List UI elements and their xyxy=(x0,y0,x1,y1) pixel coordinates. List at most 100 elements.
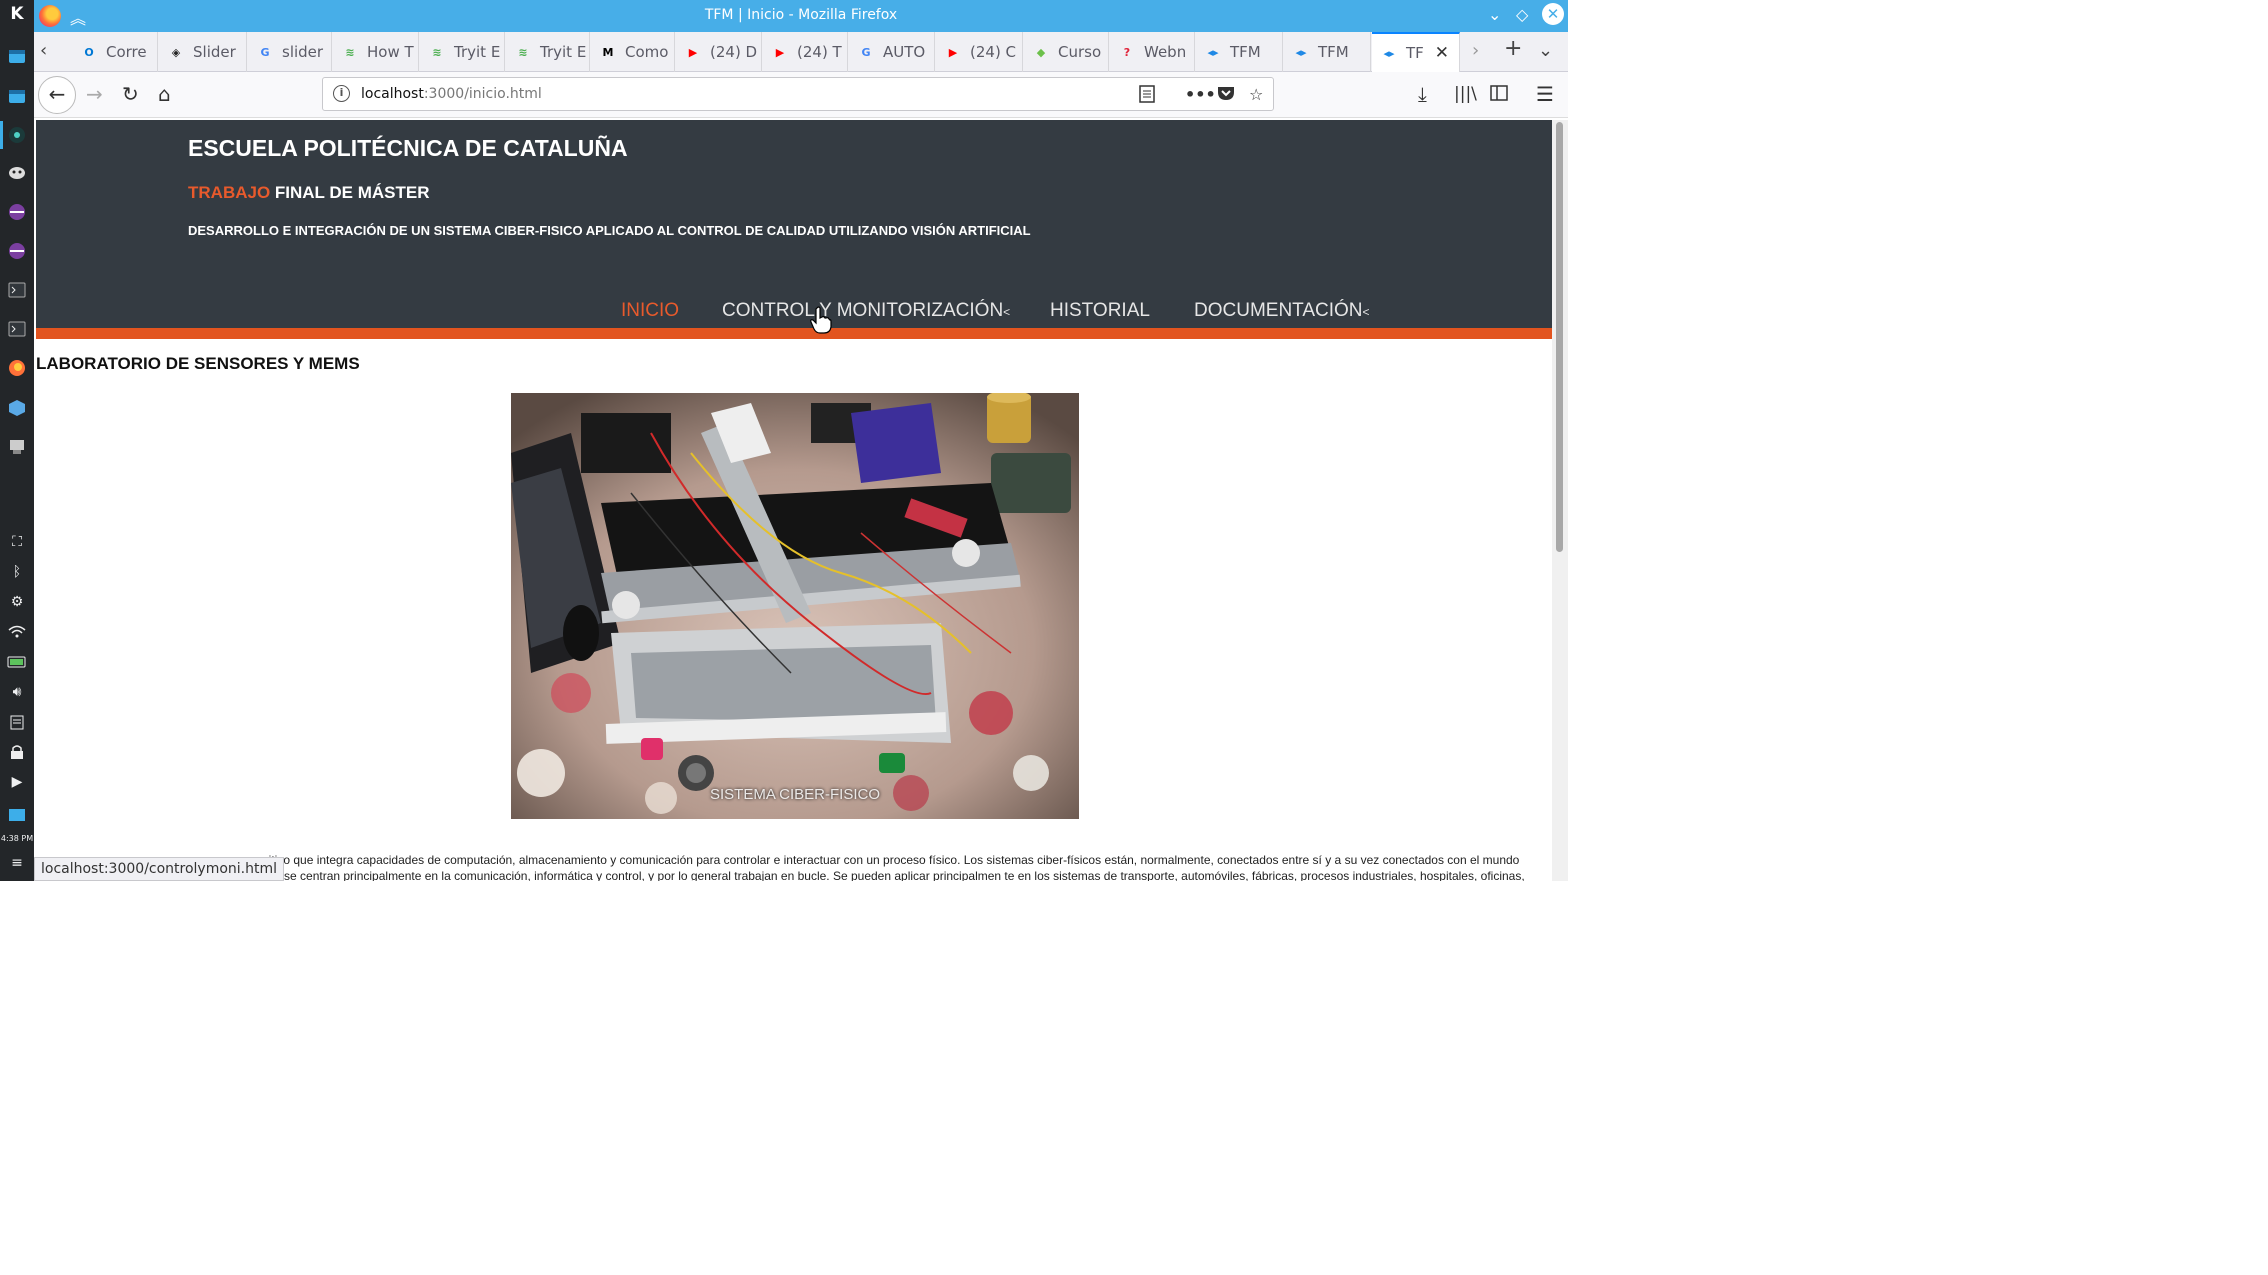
forward-button[interactable]: → xyxy=(86,82,103,106)
browser-tab[interactable]: O Corre xyxy=(72,32,158,72)
tab-label: Tryit E xyxy=(540,43,587,61)
expand-tray-icon[interactable]: ▶ xyxy=(7,772,27,792)
pocket-icon[interactable] xyxy=(1217,85,1235,105)
sidebar-toggle-icon[interactable] xyxy=(1490,82,1508,106)
browser-tab[interactable]: G AUTO xyxy=(849,32,935,72)
new-tab-icon[interactable]: + xyxy=(1504,36,1522,61)
panel-menu-icon[interactable]: ≡ xyxy=(7,853,27,873)
browser-tab[interactable]: ▶ (24) T xyxy=(763,32,848,72)
list-all-tabs-icon[interactable]: ⌄ xyxy=(1538,40,1553,61)
clipboard-icon[interactable] xyxy=(7,712,27,732)
browser-tab[interactable]: ◂▸ TF ✕ xyxy=(1372,32,1460,72)
reader-view-icon[interactable] xyxy=(1139,85,1155,107)
browser-tab[interactable]: ≋ Tryit E xyxy=(506,32,590,72)
cube-app-icon[interactable] xyxy=(7,398,27,418)
tryit-icon: ≋ xyxy=(518,45,528,59)
tab-label: TFM xyxy=(1230,43,1261,61)
back-button[interactable]: ← xyxy=(38,76,76,114)
wifi-icon[interactable] xyxy=(7,622,27,642)
reload-button[interactable]: ↻ xyxy=(122,82,139,106)
tab-label: How T xyxy=(367,43,414,61)
tab-label: Slider xyxy=(193,43,236,61)
browser-tab[interactable]: ◈ Slider xyxy=(159,32,247,72)
window-titlebar[interactable]: ︽ TFM | Inicio - Mozilla Firefox ⌄ ◇ ✕ xyxy=(34,0,1568,32)
home-button[interactable]: ⌂ xyxy=(158,82,171,106)
header-accent-bar xyxy=(36,328,1552,339)
battery-icon[interactable] xyxy=(7,652,27,672)
page-scrollbar[interactable] xyxy=(1552,120,1568,881)
nav-historial-label: HISTORIAL xyxy=(1050,300,1150,321)
page-actions-icon[interactable]: ••• xyxy=(1185,85,1216,104)
browser-tab[interactable]: ◆ Curso xyxy=(1024,32,1109,72)
browser-tab[interactable]: ? Webn xyxy=(1110,32,1195,72)
navigation-toolbar: ← → ↻ ⌂ i localhost:3000/inicio.html •••… xyxy=(34,72,1568,118)
tab-label: Como xyxy=(625,43,669,61)
library-icon[interactable]: |||\ xyxy=(1454,84,1477,104)
window-title: TFM | Inicio - Mozilla Firefox xyxy=(704,7,898,23)
nav-documentacion-caret: < xyxy=(1362,305,1370,319)
terminal-eye-icon[interactable] xyxy=(7,125,27,145)
nav-inicio[interactable]: INICIO xyxy=(621,300,679,322)
url-host: localhost xyxy=(361,86,424,102)
tfm-accent-text: TRABAJO xyxy=(188,183,271,202)
tab-label: AUTO xyxy=(883,43,926,61)
youtube-icon: ▶ xyxy=(948,45,958,59)
curso-icon: ◆ xyxy=(1036,45,1046,59)
google-icon: G xyxy=(260,45,270,59)
browser-tab[interactable]: ▶ (24) D xyxy=(676,32,762,72)
kde-launcher-icon[interactable]: K xyxy=(7,4,27,24)
ghost-app-icon[interactable] xyxy=(7,163,27,183)
site-header: ESCUELA POLITÉCNICA DE CATALUÑA TRABAJO … xyxy=(36,120,1552,328)
browser-tab[interactable]: ◂▸ TFM xyxy=(1196,32,1283,72)
nav-control-monitorizacion[interactable]: CONTROL Y MONITORIZACIÓN< xyxy=(722,300,1010,322)
tfm-rest-text: FINAL DE MÁSTER xyxy=(270,183,430,202)
cyber-physical-system-photo: SISTEMA CIBER-FISICO xyxy=(511,393,1079,819)
settings-gear-icon[interactable]: ⚙ xyxy=(7,592,27,612)
maximize-icon[interactable]: ◇ xyxy=(1516,5,1528,24)
close-window-icon[interactable]: ✕ xyxy=(1542,3,1564,25)
hamburger-menu-icon[interactable]: ☰ xyxy=(1536,82,1554,106)
kde-panel: K ⛶ ᛒ ⚙ 🔊︎ ▶ 4:38 PM ≡ xyxy=(0,0,34,881)
url-path: :3000/inicio.html xyxy=(423,86,542,102)
downloads-icon[interactable]: ⤓ xyxy=(1418,82,1427,106)
browser-tab[interactable]: M Como xyxy=(591,32,675,72)
eclipse-app-icon[interactable] xyxy=(7,202,27,222)
browser-tab[interactable]: ≋ Tryit E xyxy=(420,32,505,72)
nav-historial[interactable]: HISTORIAL xyxy=(1050,300,1150,322)
school-name: ESCUELA POLITÉCNICA DE CATALUÑA xyxy=(188,135,628,161)
tfm-icon: ◂▸ xyxy=(1383,46,1395,60)
browser-tab[interactable]: ▶ (24) C xyxy=(936,32,1023,72)
desktop-icon[interactable] xyxy=(7,805,27,825)
bluetooth-icon[interactable]: ᛒ xyxy=(7,562,27,582)
calendar-app-icon[interactable] xyxy=(7,46,27,66)
url-text[interactable]: localhost:3000/inicio.html xyxy=(361,86,542,102)
youtube-icon: ▶ xyxy=(688,45,698,59)
webnode-icon: ? xyxy=(1123,45,1131,59)
lab-title: LABORATORIO DE SENSORES Y MEMS xyxy=(36,354,360,373)
url-bar[interactable]: i localhost:3000/inicio.html ••• ☆ xyxy=(322,77,1274,111)
scrollbar-thumb[interactable] xyxy=(1556,122,1563,552)
lab-photo-illustration xyxy=(511,393,1079,819)
bookmark-star-icon[interactable]: ☆ xyxy=(1249,85,1263,104)
tfm-icon: ◂▸ xyxy=(1207,45,1219,59)
site-info-icon[interactable]: i xyxy=(333,85,350,102)
close-tab-icon[interactable]: ✕ xyxy=(1435,43,1449,63)
volume-icon[interactable]: 🔊︎ xyxy=(7,682,27,702)
lock-icon[interactable] xyxy=(7,742,27,762)
browser-tab[interactable]: ◂▸ TFM xyxy=(1284,32,1371,72)
screenshot-icon[interactable]: ⛶ xyxy=(7,532,27,552)
scroll-tabs-left-icon[interactable]: ‹ xyxy=(40,40,47,61)
terminal-icon[interactable] xyxy=(7,319,27,339)
presentation-app-icon[interactable] xyxy=(7,437,27,457)
terminal-icon[interactable] xyxy=(7,280,27,300)
firefox-task-icon[interactable] xyxy=(7,358,27,378)
nav-documentacion[interactable]: DOCUMENTACIÓN< xyxy=(1194,300,1370,322)
minimize-icon[interactable]: ⌄ xyxy=(1488,5,1501,24)
panel-clock[interactable]: 4:38 PM xyxy=(0,834,34,843)
scroll-tabs-right-icon[interactable]: › xyxy=(1472,40,1479,61)
eclipse-app-icon[interactable] xyxy=(7,241,27,261)
medium-icon: M xyxy=(602,45,614,59)
browser-tab[interactable]: Gslider xyxy=(248,32,332,72)
browser-tab[interactable]: ≋ How T xyxy=(333,32,419,72)
calendar-app-icon[interactable] xyxy=(7,86,27,106)
